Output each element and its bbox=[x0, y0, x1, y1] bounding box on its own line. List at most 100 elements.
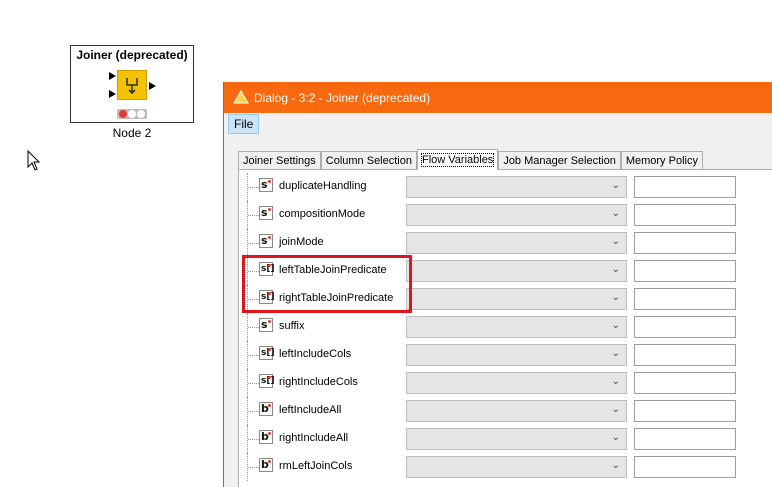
node-title: Joiner (deprecated) bbox=[76, 48, 188, 62]
variable-row: s joinMode ⌄ bbox=[239, 229, 772, 257]
menu-file[interactable]: File bbox=[228, 114, 260, 134]
type-dot bbox=[268, 236, 271, 239]
tree-branch bbox=[248, 327, 259, 328]
variable-name: suffix bbox=[279, 320, 305, 332]
chevron-down-icon: ⌄ bbox=[611, 320, 620, 331]
tree-branch bbox=[248, 411, 259, 412]
string-type-icon: s bbox=[259, 178, 273, 192]
tab-label: Flow Variables bbox=[420, 153, 495, 167]
variable-name: leftTableJoinPredicate bbox=[279, 264, 387, 276]
tab-memory-policy[interactable]: Memory Policy bbox=[620, 151, 703, 170]
output-port[interactable] bbox=[149, 82, 156, 90]
variable-text-field[interactable] bbox=[634, 176, 736, 198]
variable-text-field[interactable] bbox=[634, 204, 736, 226]
type-dot bbox=[268, 208, 271, 211]
variable-name: joinMode bbox=[279, 236, 324, 248]
chevron-down-icon: ⌄ bbox=[611, 180, 620, 191]
node-label[interactable]: Node 2 bbox=[70, 126, 194, 140]
variable-row: b rmLeftJoinCols ⌄ bbox=[239, 453, 772, 481]
type-dot bbox=[268, 320, 271, 323]
input-port-left[interactable] bbox=[109, 72, 116, 80]
chevron-down-icon: ⌄ bbox=[611, 376, 620, 387]
tree-branch bbox=[248, 187, 259, 188]
joiner-node[interactable]: Joiner (deprecated) bbox=[70, 45, 194, 123]
string-array-type-icon: s[] bbox=[259, 290, 275, 304]
type-dot bbox=[268, 264, 271, 267]
tab-joiner-settings[interactable]: Joiner Settings bbox=[238, 151, 321, 170]
status-green-dot bbox=[137, 110, 145, 118]
node-status-light bbox=[117, 109, 147, 119]
tab-column-selection[interactable]: Column Selection bbox=[320, 151, 417, 170]
variable-text-field[interactable] bbox=[634, 344, 736, 366]
tab-label: Memory Policy bbox=[625, 155, 698, 167]
variable-select[interactable]: ⌄ bbox=[406, 372, 627, 394]
variable-name: duplicateHandling bbox=[279, 180, 367, 192]
variable-name: leftIncludeAll bbox=[279, 404, 342, 416]
chevron-down-icon: ⌄ bbox=[611, 404, 620, 415]
variable-name: rmLeftJoinCols bbox=[279, 460, 353, 472]
mouse-cursor-icon bbox=[27, 150, 41, 171]
variable-text-field[interactable] bbox=[634, 400, 736, 422]
type-dot bbox=[268, 292, 271, 295]
variable-select[interactable]: ⌄ bbox=[406, 260, 627, 282]
type-glyph: s bbox=[261, 234, 268, 247]
dialog-tabs: Joiner Settings Column Selection Flow Va… bbox=[238, 149, 703, 170]
variable-text-field[interactable] bbox=[634, 456, 736, 478]
type-glyph: s bbox=[261, 178, 268, 191]
variable-select[interactable]: ⌄ bbox=[406, 176, 627, 198]
tree-branch bbox=[248, 215, 259, 216]
type-glyph: s bbox=[261, 206, 268, 219]
variable-select[interactable]: ⌄ bbox=[406, 456, 627, 478]
variable-select[interactable]: ⌄ bbox=[406, 344, 627, 366]
variable-select[interactable]: ⌄ bbox=[406, 316, 627, 338]
dialog-titlebar[interactable]: Dialog - 3:2 - Joiner (deprecated) bbox=[224, 82, 772, 113]
string-type-icon: s bbox=[259, 318, 273, 332]
type-dot bbox=[268, 180, 271, 183]
flow-variables-panel: s duplicateHandling ⌄ s compositionMode ⌄ s joi… bbox=[238, 169, 772, 487]
variable-row: s duplicateHandling ⌄ bbox=[239, 173, 772, 201]
variable-text-field[interactable] bbox=[634, 372, 736, 394]
variable-text-field[interactable] bbox=[634, 428, 736, 450]
tab-label: Column Selection bbox=[325, 155, 412, 167]
status-yellow-dot bbox=[128, 110, 136, 118]
variable-select[interactable]: ⌄ bbox=[406, 232, 627, 254]
variable-row: s[] leftIncludeCols ⌄ bbox=[239, 341, 772, 369]
string-type-icon: s bbox=[259, 206, 273, 220]
variable-name: rightIncludeCols bbox=[279, 376, 358, 388]
type-dot bbox=[268, 376, 271, 379]
variable-text-field[interactable] bbox=[634, 288, 736, 310]
type-dot bbox=[268, 348, 271, 351]
input-port-right[interactable] bbox=[109, 90, 116, 98]
status-red-dot bbox=[119, 110, 127, 118]
tree-branch bbox=[248, 355, 259, 356]
variable-name: rightIncludeAll bbox=[279, 432, 349, 444]
type-dot bbox=[268, 404, 271, 407]
variable-name: rightTableJoinPredicate bbox=[279, 292, 394, 304]
boolean-type-icon: b bbox=[259, 402, 273, 416]
chevron-down-icon: ⌄ bbox=[611, 264, 620, 275]
tree-branch bbox=[248, 299, 259, 300]
variable-select[interactable]: ⌄ bbox=[406, 288, 627, 310]
node-dialog: Dialog - 3:2 - Joiner (deprecated) File … bbox=[223, 82, 772, 487]
tab-job-manager-selection[interactable]: Job Manager Selection bbox=[498, 151, 621, 170]
variable-row: s[] leftTableJoinPredicate ⌄ bbox=[239, 257, 772, 285]
variable-text-field[interactable] bbox=[634, 316, 736, 338]
tree-branch bbox=[248, 439, 259, 440]
tab-label: Job Manager Selection bbox=[503, 155, 616, 167]
string-array-type-icon: s[] bbox=[259, 346, 275, 360]
variable-text-field[interactable] bbox=[634, 260, 736, 282]
type-dot bbox=[268, 432, 271, 435]
type-dot bbox=[268, 460, 271, 463]
chevron-down-icon: ⌄ bbox=[611, 292, 620, 303]
tab-flow-variables[interactable]: Flow Variables bbox=[416, 149, 499, 170]
variable-select[interactable]: ⌄ bbox=[406, 204, 627, 226]
variable-row: s suffix ⌄ bbox=[239, 313, 772, 341]
string-array-type-icon: s[] bbox=[259, 262, 275, 276]
variable-text-field[interactable] bbox=[634, 232, 736, 254]
variable-name: leftIncludeCols bbox=[279, 348, 352, 360]
joiner-icon bbox=[117, 70, 147, 100]
variable-select[interactable]: ⌄ bbox=[406, 400, 627, 422]
knime-triangle-icon bbox=[233, 90, 249, 104]
variable-select[interactable]: ⌄ bbox=[406, 428, 627, 450]
tree-branch bbox=[248, 243, 259, 244]
